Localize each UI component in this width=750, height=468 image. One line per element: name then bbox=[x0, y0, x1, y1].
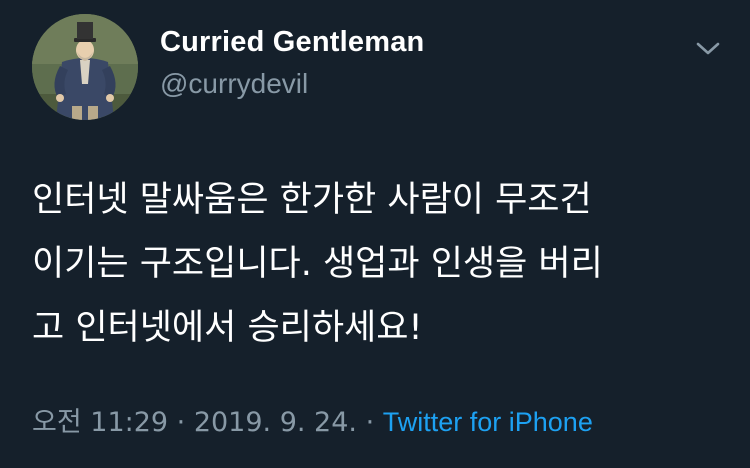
user-handle[interactable]: @currydevil bbox=[160, 68, 308, 100]
meta-separator: · bbox=[168, 407, 194, 438]
tweet-source-link[interactable]: Twitter for iPhone bbox=[383, 407, 593, 437]
avatar-image bbox=[32, 14, 138, 120]
chevron-down-icon[interactable] bbox=[692, 36, 724, 60]
tweet-date[interactable]: 2019. 9. 24. bbox=[194, 407, 357, 438]
tweet-text: 인터넷 말싸움은 한가한 사람이 무조건 이기는 구조입니다. 생업과 인생을 … bbox=[32, 180, 603, 348]
tweet-metadata: 오전 11:29 · 2019. 9. 24. · Twitter for iP… bbox=[32, 400, 593, 439]
avatar[interactable] bbox=[32, 14, 138, 120]
tweet-card: Curried Gentleman @currydevil 인터넷 말싸움은 한… bbox=[0, 0, 750, 468]
tweet-time[interactable]: 오전 11:29 bbox=[32, 407, 168, 438]
meta-separator: · bbox=[357, 407, 383, 438]
display-name[interactable]: Curried Gentleman bbox=[160, 26, 424, 59]
